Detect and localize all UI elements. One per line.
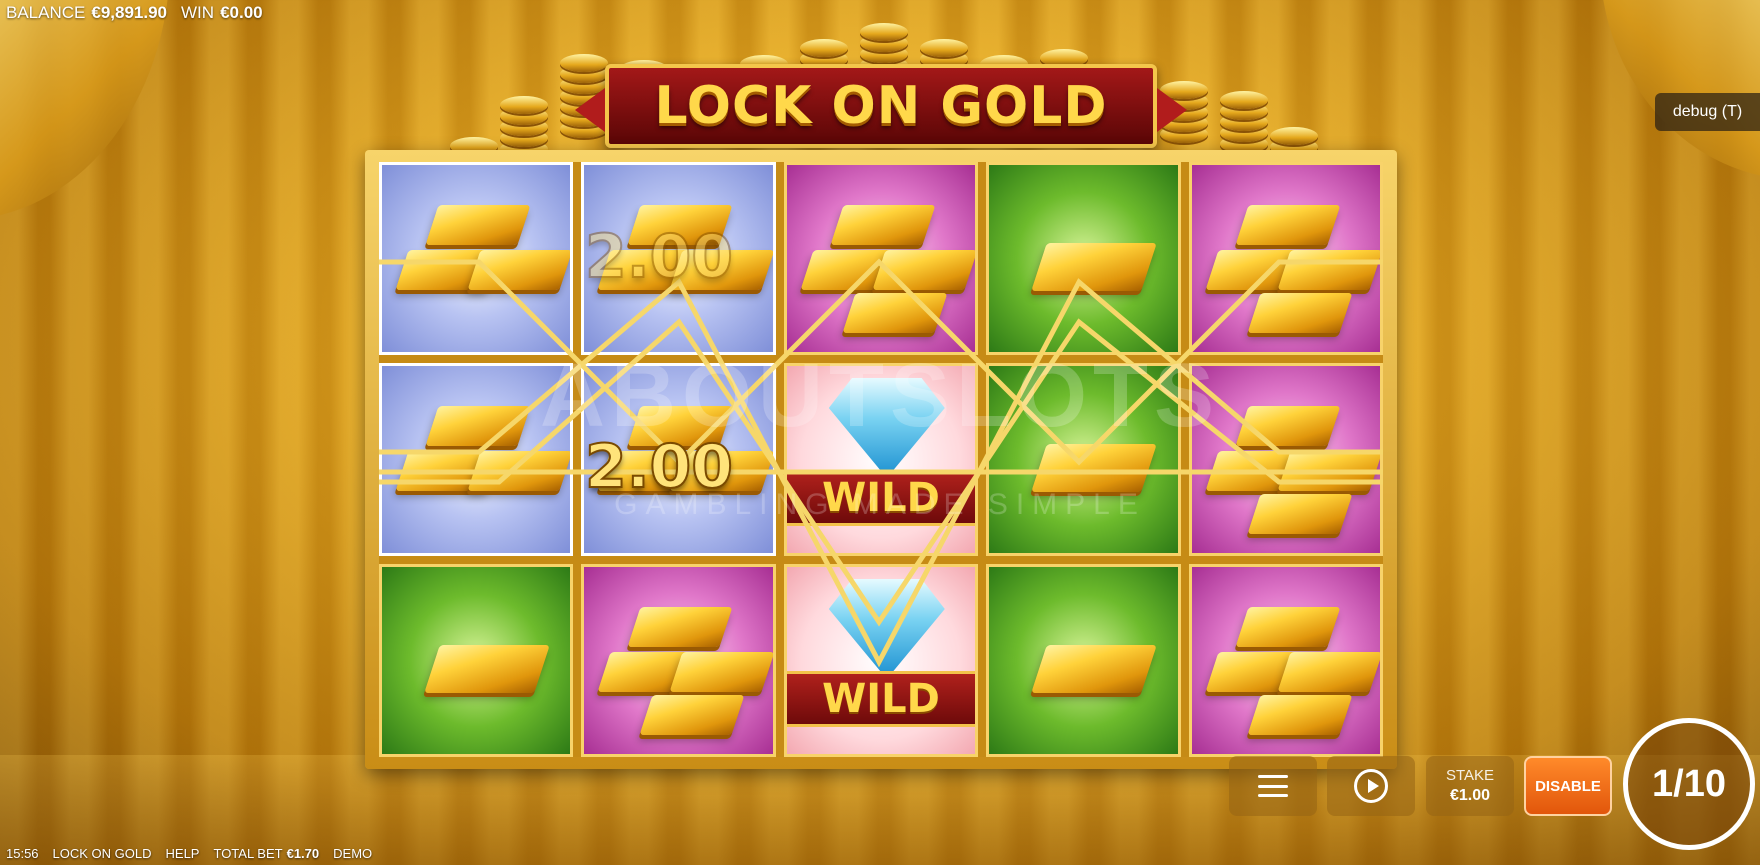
balance-bar: BALANCE €9,891.90 WIN €0.00: [6, 3, 263, 23]
wild-label: WILD: [786, 671, 976, 727]
gold-bar-icon: [467, 451, 571, 491]
gold-bar-icon: [1277, 451, 1380, 491]
disable-label: DISABLE: [1535, 777, 1601, 795]
stake-value: €1.00: [1449, 787, 1491, 804]
gold-bar-icon: [1031, 243, 1157, 291]
gold-bar-icon: [467, 250, 571, 290]
gold-coin-icon: [920, 39, 968, 57]
win-amount-label: 2.00: [584, 221, 734, 293]
total-bet: TOTAL BET €1.70: [213, 846, 319, 861]
menu-button[interactable]: [1229, 756, 1317, 816]
total-bet-label: TOTAL BET: [213, 846, 283, 861]
win-value: €0.00: [220, 3, 263, 22]
gold-bar-icon: [1235, 406, 1341, 446]
diamond-icon: [828, 378, 945, 478]
reel-grid: WILD WILD: [379, 162, 1383, 757]
reel-cell: [783, 162, 979, 355]
help-link[interactable]: HELP: [166, 846, 200, 861]
gold-coin-icon: [500, 96, 548, 114]
clock: 15:56: [6, 846, 39, 861]
mode-label: DEMO: [333, 846, 373, 861]
gold-bar-icon: [425, 205, 531, 245]
gold-bar-icon: [1247, 293, 1353, 333]
balance-label: BALANCE: [6, 3, 86, 22]
gold-bar-icon: [639, 695, 745, 735]
gold-bar-icon: [424, 645, 550, 693]
gold-bar-icon: [842, 293, 948, 333]
reel-cell: [379, 162, 574, 355]
stake-label: STAKE: [1445, 767, 1495, 784]
stake-button[interactable]: STAKE €1.00: [1426, 756, 1514, 816]
free-spin-counter[interactable]: 1/10: [1623, 718, 1755, 850]
wild-cell: WILD: [783, 363, 979, 556]
reel-cell: [986, 564, 1181, 757]
disable-button[interactable]: DISABLE: [1524, 756, 1612, 816]
reel-cell: [581, 564, 776, 757]
gold-coin-icon: [1220, 91, 1268, 109]
gold-bar-icon: [1247, 695, 1353, 735]
reel-cell: [1188, 564, 1383, 757]
autoplay-icon: [1354, 769, 1388, 803]
game-logo-text: LOCK ON GOLD: [654, 76, 1108, 136]
reel-cell: [379, 363, 574, 556]
hamburger-icon: [1258, 775, 1288, 797]
debug-button[interactable]: debug (T): [1655, 93, 1760, 131]
gold-coin-icon: [860, 23, 908, 41]
spin-counter-text: 1/10: [1652, 762, 1726, 805]
win-label: WIN: [181, 3, 215, 22]
wild-cell: WILD: [783, 564, 979, 757]
gold-bar-icon: [1277, 250, 1380, 290]
gold-coin-icon: [800, 39, 848, 57]
gold-bar-icon: [425, 406, 531, 446]
gold-bar-icon: [1235, 205, 1341, 245]
gold-coin-icon: [560, 54, 608, 72]
footer-bar: 15:56 LOCK ON GOLD HELP TOTAL BET €1.70 D…: [6, 846, 372, 861]
game-logo: LOCK ON GOLD: [575, 64, 1187, 148]
gold-bar-icon: [830, 205, 936, 245]
reel-cell: [1188, 363, 1383, 556]
win-amount-label: 2.00: [584, 431, 734, 503]
win-display: WIN €0.00: [181, 3, 263, 23]
balance-display: BALANCE €9,891.90: [6, 3, 167, 23]
gold-bar-icon: [669, 652, 773, 692]
gold-bar-icon: [1235, 607, 1341, 647]
gold-bar-icon: [1031, 645, 1157, 693]
reel-cell: [1188, 162, 1383, 355]
reel-cell: [379, 564, 574, 757]
gold-bar-icon: [627, 607, 733, 647]
footer-game-name: LOCK ON GOLD: [52, 846, 152, 861]
gold-bar-icon: [872, 250, 976, 290]
diamond-icon: [828, 579, 945, 679]
reel-cell: [986, 363, 1181, 556]
gold-bar-icon: [1277, 652, 1380, 692]
balance-value: €9,891.90: [91, 3, 168, 22]
reel-frame: WILD WILD: [365, 150, 1397, 769]
gold-bar-icon: [1247, 494, 1353, 534]
autoplay-button[interactable]: [1327, 756, 1415, 816]
gold-coin-icon: [1270, 127, 1318, 145]
reel-cell: [986, 162, 1181, 355]
gold-bar-icon: [1031, 444, 1157, 492]
total-bet-value: €1.70: [286, 846, 320, 861]
wild-label: WILD: [786, 470, 976, 526]
